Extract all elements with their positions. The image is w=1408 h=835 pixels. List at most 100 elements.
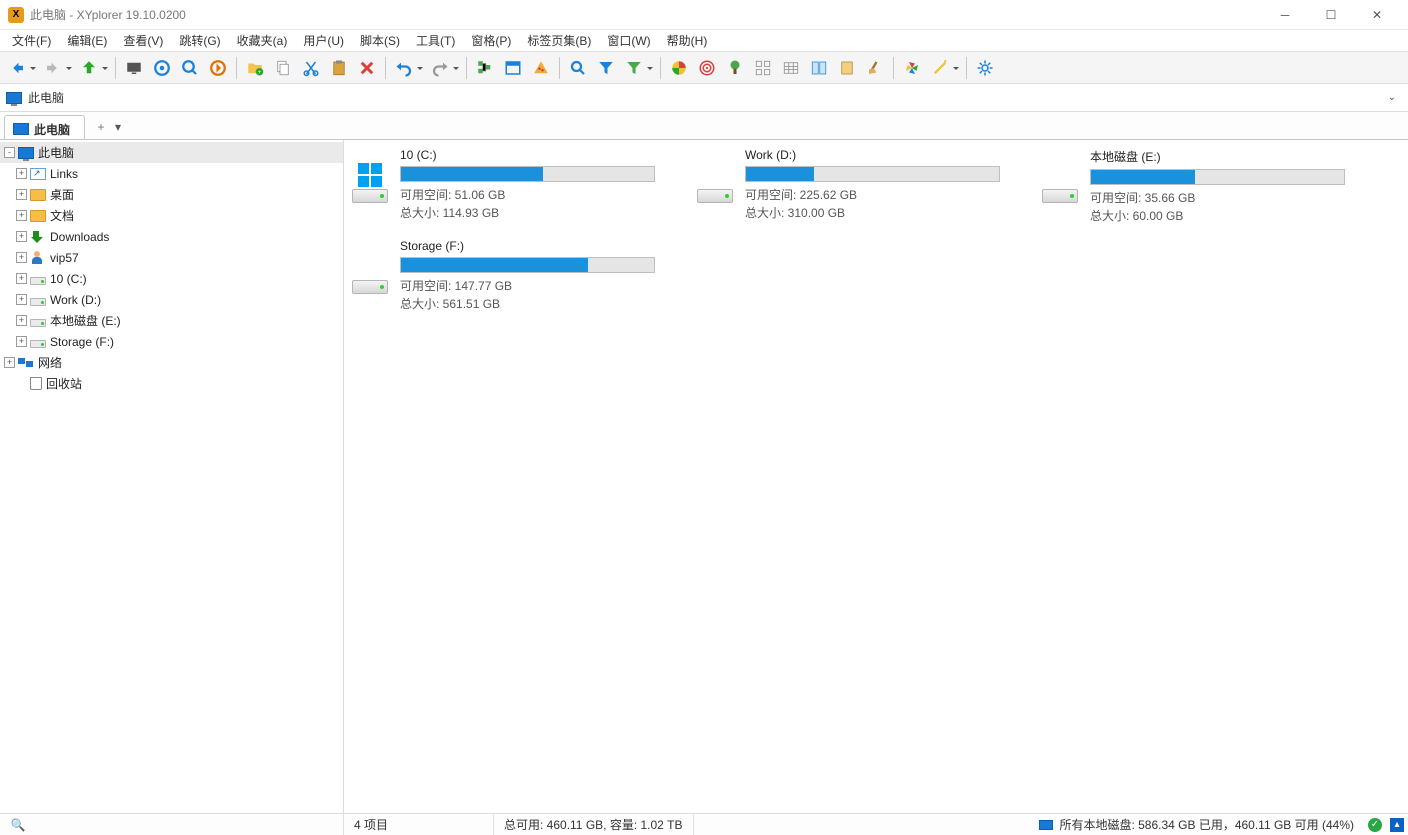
expander-icon[interactable]: - — [4, 147, 15, 158]
tree-item-8[interactable]: +本地磁盘 (E:) — [0, 310, 343, 331]
windows-logo-icon — [358, 163, 382, 187]
toolbar-separator — [385, 57, 386, 79]
toolbar-zoom-button[interactable] — [177, 55, 203, 81]
menu-跳转g[interactable]: 跳转(G) — [171, 30, 228, 51]
tab-menu-dropdown[interactable]: ▾ — [111, 117, 125, 137]
expander-icon[interactable]: + — [16, 273, 27, 284]
toolbar-filter-green-button[interactable] — [621, 55, 647, 81]
toolbar-back-button[interactable] — [4, 55, 30, 81]
tree-item-9[interactable]: +Storage (F:) — [0, 331, 343, 352]
status-summary: 总可用: 460.11 GB, 容量: 1.02 TB — [494, 814, 694, 835]
address-dropdown-icon[interactable]: ⌄ — [1382, 90, 1402, 105]
minimize-button[interactable]: ─ — [1262, 0, 1308, 30]
address-bar[interactable]: 此电脑 ⌄ — [0, 84, 1408, 112]
toolbar-pane-button[interactable] — [500, 55, 526, 81]
tree-item-7[interactable]: +Work (D:) — [0, 289, 343, 310]
toolbar-filter-blue-button[interactable] — [593, 55, 619, 81]
toolbar-dual-button[interactable] — [806, 55, 832, 81]
drive-tile-3[interactable]: Storage (F:)可用空间: 147.77 GB总大小: 561.51 G… — [350, 239, 655, 313]
status-up[interactable]: ▴ — [1386, 814, 1408, 835]
drive-total: 总大小: 60.00 GB — [1090, 207, 1345, 225]
expander-icon[interactable]: + — [16, 336, 27, 347]
menu-用户u[interactable]: 用户(U) — [295, 30, 352, 51]
tree-item-label: 桌面 — [50, 186, 74, 203]
toolbar-gear-button[interactable] — [972, 55, 998, 81]
expander-icon[interactable]: + — [16, 315, 27, 326]
menu-编辑e[interactable]: 编辑(E) — [59, 30, 115, 51]
toolbar-tree-green-button[interactable] — [722, 55, 748, 81]
toolbar-power-button[interactable] — [205, 55, 231, 81]
expander-icon[interactable]: + — [16, 231, 27, 242]
toolbar-broom-button[interactable] — [862, 55, 888, 81]
expander-icon[interactable]: + — [4, 357, 15, 368]
menu-查看v[interactable]: 查看(V) — [115, 30, 171, 51]
toolbar-bar-button[interactable] — [834, 55, 860, 81]
paste-icon — [330, 59, 348, 77]
toolbar-grid-small-button[interactable] — [750, 55, 776, 81]
tree-item-11[interactable]: 回收站 — [0, 373, 343, 394]
toolbar-pie-button[interactable] — [666, 55, 692, 81]
toolbar-undo-button[interactable] — [391, 55, 417, 81]
toolbar-tree-button[interactable] — [472, 55, 498, 81]
drive-tile-2[interactable]: 本地磁盘 (E:)可用空间: 35.66 GB总大小: 60.00 GB — [1040, 148, 1345, 225]
cut-icon — [302, 59, 320, 77]
drive-name: 本地磁盘 (E:) — [1090, 148, 1345, 165]
tree-item-6[interactable]: +10 (C:) — [0, 268, 343, 289]
expander-icon[interactable]: + — [16, 189, 27, 200]
tab-this-pc[interactable]: 此电脑 — [4, 115, 85, 139]
toolbar-monitor-button[interactable] — [121, 55, 147, 81]
drive-icon — [30, 340, 46, 348]
drive-tile-0[interactable]: 10 (C:)可用空间: 51.06 GB总大小: 114.93 GB — [350, 148, 655, 225]
expander-icon[interactable]: + — [16, 210, 27, 221]
toolbar-up-button[interactable] — [76, 55, 102, 81]
disk-icon — [697, 189, 733, 203]
tree-item-3[interactable]: +文档 — [0, 205, 343, 226]
expander-icon[interactable]: + — [16, 294, 27, 305]
menu-工具t[interactable]: 工具(T) — [408, 30, 463, 51]
screen-icon — [18, 147, 34, 159]
tree-item-2[interactable]: + 桌面 — [0, 184, 343, 205]
tree-item-5[interactable]: +vip57 — [0, 247, 343, 268]
tree-item-4[interactable]: +Downloads — [0, 226, 343, 247]
status-ok[interactable]: ✓ — [1364, 814, 1386, 835]
expander-icon[interactable]: + — [16, 252, 27, 263]
maximize-button[interactable]: ☐ — [1308, 0, 1354, 30]
menu-脚本s[interactable]: 脚本(S) — [352, 30, 408, 51]
tree-icon — [476, 59, 494, 77]
menu-窗口w[interactable]: 窗口(W) — [599, 30, 658, 51]
address-text: 此电脑 — [28, 89, 64, 106]
expander-icon[interactable]: + — [16, 168, 27, 179]
toolbar-target-button[interactable] — [149, 55, 175, 81]
toolbar-grid-button[interactable] — [778, 55, 804, 81]
status-bar: 🔍 4 项目 总可用: 460.11 GB, 容量: 1.02 TB 所有本地磁… — [0, 813, 1408, 835]
menu-文件f[interactable]: 文件(F) — [4, 30, 59, 51]
close-button[interactable]: ✕ — [1354, 0, 1400, 30]
drive-tile-1[interactable]: Work (D:)可用空间: 225.62 GB总大小: 310.00 GB — [695, 148, 1000, 225]
tree-item-10[interactable]: +网络 — [0, 352, 343, 373]
status-search-cell[interactable]: 🔍 — [0, 814, 344, 835]
toolbar-new-folder-button[interactable]: + — [242, 55, 268, 81]
menu-标签页集b[interactable]: 标签页集(B) — [519, 30, 599, 51]
content-panel: 10 (C:)可用空间: 51.06 GB总大小: 114.93 GB Work … — [344, 140, 1408, 813]
toolbar-redo-button[interactable] — [427, 55, 453, 81]
tree-item-1[interactable]: +Links — [0, 163, 343, 184]
drive-name: 10 (C:) — [400, 148, 655, 162]
toolbar-paste-button[interactable] — [326, 55, 352, 81]
toolbar-pizza-button[interactable] — [528, 55, 554, 81]
menu-帮助h[interactable]: 帮助(H) — [659, 30, 716, 51]
toolbar-spiral-button[interactable] — [694, 55, 720, 81]
toolbar-pinwheel-button[interactable] — [899, 55, 925, 81]
toolbar: + — [0, 52, 1408, 84]
menu-收藏夹a[interactable]: 收藏夹(a) — [229, 30, 296, 51]
toolbar-delete-button[interactable] — [354, 55, 380, 81]
toolbar-cut-button[interactable] — [298, 55, 324, 81]
user-icon — [30, 251, 46, 265]
toolbar-search-button[interactable] — [565, 55, 591, 81]
menu-窗格p[interactable]: 窗格(P) — [463, 30, 519, 51]
new-tab-button[interactable]: + — [91, 117, 111, 137]
toolbar-forward-button[interactable] — [40, 55, 66, 81]
toolbar-copy-button[interactable] — [270, 55, 296, 81]
drive-icon — [30, 277, 46, 285]
toolbar-wand-button[interactable] — [927, 55, 953, 81]
tree-item-0[interactable]: -此电脑 — [0, 142, 343, 163]
